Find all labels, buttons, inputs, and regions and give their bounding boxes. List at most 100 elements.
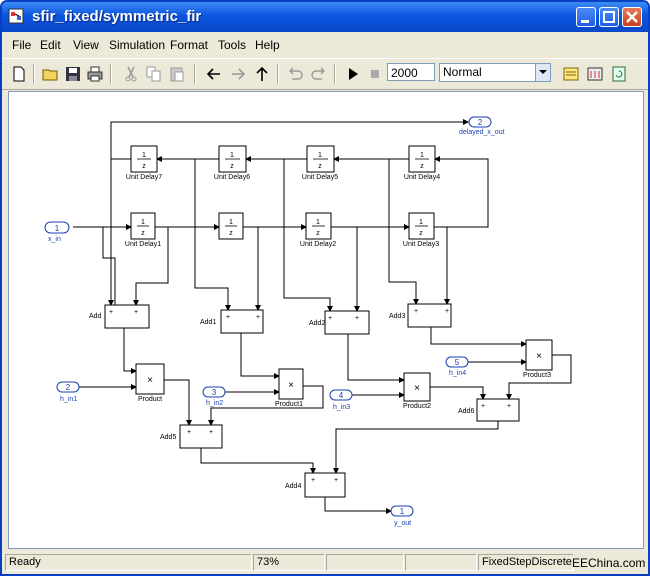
redo-icon[interactable] <box>310 65 328 83</box>
product3-block[interactable]: × Product3 <box>523 339 553 379</box>
menu-tools[interactable]: Tools <box>218 38 246 52</box>
menu-view[interactable]: View <box>73 38 99 52</box>
unit-delay7[interactable]: 1 z Unit Delay7 <box>126 145 162 181</box>
port-h_in1[interactable]: 2 h_in1 <box>56 381 80 403</box>
dropdown-arrow-button[interactable] <box>535 64 550 81</box>
plus-sign: + <box>209 429 213 436</box>
port-number: 1 <box>55 224 60 233</box>
status-zoom: 73% <box>253 554 325 571</box>
block-label: Add4 <box>285 483 301 490</box>
delay-denominator: z <box>141 230 145 237</box>
menu-help[interactable]: Help <box>255 38 280 52</box>
add6-block[interactable]: + + Add6 <box>458 398 520 422</box>
menu-edit[interactable]: Edit <box>40 38 61 52</box>
watermark: EEChina.com <box>572 556 646 570</box>
product1-block[interactable]: × Product1 <box>275 368 304 408</box>
toolbar-separator <box>194 64 196 84</box>
port-number: 3 <box>212 388 217 397</box>
stop-icon[interactable] <box>366 65 384 83</box>
port-number: 4 <box>339 391 344 400</box>
delay-denominator: z <box>419 230 423 237</box>
paste-icon[interactable] <box>168 65 186 83</box>
block-label: Product3 <box>523 372 551 379</box>
times-sign: × <box>536 351 542 362</box>
unit-delay5[interactable]: 1 z Unit Delay5 <box>302 145 338 181</box>
delay-numerator: 1 <box>420 152 424 159</box>
save-icon[interactable] <box>64 65 82 83</box>
undo-icon[interactable] <box>286 65 304 83</box>
close-icon <box>626 11 638 23</box>
add5-block[interactable]: + + Add5 <box>160 424 223 449</box>
plus-sign: + <box>134 309 138 316</box>
back-icon[interactable] <box>205 65 223 83</box>
status-empty-cell <box>326 554 404 571</box>
stop-time-field[interactable]: 2000 <box>387 63 435 81</box>
block-label: Unit Delay5 <box>302 174 338 181</box>
block-label: Add6 <box>458 408 474 415</box>
product2-block[interactable]: × Product2 <box>403 372 431 410</box>
plus-sign: + <box>311 477 315 484</box>
cut-icon[interactable] <box>122 65 140 83</box>
add1-block[interactable]: + + Add1 <box>200 309 264 334</box>
unit-delay1[interactable]: 1 z Unit Delay1 <box>125 212 161 248</box>
up-icon[interactable] <box>253 65 271 83</box>
add-block[interactable]: + + Add <box>89 304 150 329</box>
delay-numerator: 1 <box>316 219 320 226</box>
port-label: h_in3 <box>333 404 350 411</box>
library-browser-icon[interactable] <box>562 65 580 83</box>
delay-denominator: z <box>420 163 424 170</box>
forward-icon[interactable] <box>229 65 247 83</box>
add4-block[interactable]: + + Add4 <box>285 472 346 498</box>
model-explorer-icon[interactable] <box>586 65 604 83</box>
delay-denominator: z <box>142 163 146 170</box>
port-y_out[interactable]: 1 y_out <box>390 505 414 527</box>
port-h_in3[interactable]: 4 h_in3 <box>329 389 353 411</box>
port-label: h_in4 <box>449 370 466 377</box>
window-title: sfir_fixed/symmetric_fir <box>32 8 202 25</box>
open-icon[interactable] <box>42 65 60 83</box>
status-ready: Ready <box>5 554 252 571</box>
refresh-icon[interactable] <box>610 65 628 83</box>
block-label: Add3 <box>389 313 405 320</box>
model-canvas[interactable]: 1 x_in 2 h_in1 3 h_in2 4 h_in3 5 h_in4 1… <box>8 91 644 549</box>
port-label: delayed_x_out <box>459 129 505 136</box>
port-h_in2[interactable]: 3 h_in2 <box>202 386 226 407</box>
minimize-button[interactable] <box>576 7 596 27</box>
menu-simulation[interactable]: Simulation <box>109 38 165 52</box>
play-icon[interactable] <box>344 65 362 83</box>
delay-numerator: 1 <box>230 152 234 159</box>
status-empty-cell <box>405 554 477 571</box>
delay-numerator: 1 <box>229 219 233 226</box>
product-block[interactable]: × Product <box>135 363 165 403</box>
port-label: y_out <box>394 520 411 527</box>
port-x_in[interactable]: 1 x_in <box>44 221 70 243</box>
plus-sign: + <box>328 315 332 322</box>
block-label: Unit Delay1 <box>125 241 161 248</box>
toolbar <box>2 58 648 90</box>
port-number: 2 <box>66 383 71 392</box>
maximize-button[interactable] <box>599 7 619 27</box>
copy-icon[interactable] <box>145 65 163 83</box>
block-label: Product2 <box>403 403 431 410</box>
menu-format[interactable]: Format <box>170 38 208 52</box>
title-bar[interactable]: sfir_fixed/symmetric_fir <box>2 2 648 32</box>
add2-block[interactable]: + + Add2 <box>309 310 370 335</box>
new-icon[interactable] <box>10 65 28 83</box>
port-h_in4[interactable]: 5 h_in4 <box>445 356 469 377</box>
chevron-down-icon <box>539 70 547 74</box>
close-button[interactable] <box>622 7 642 27</box>
unit-delay6[interactable]: 1 z Unit Delay6 <box>214 145 250 181</box>
port-delayed_x_out[interactable]: 2 delayed_x_out <box>459 116 505 136</box>
unit-delay-mid[interactable]: 1 z <box>218 212 244 240</box>
plus-sign: + <box>256 314 260 321</box>
menu-file[interactable]: File <box>12 38 31 52</box>
unit-delay2[interactable]: 1 z Unit Delay2 <box>300 212 336 248</box>
unit-delay3[interactable]: 1 z Unit Delay3 <box>403 212 439 248</box>
block-label: Unit Delay3 <box>403 241 439 248</box>
delay-denominator: z <box>229 230 233 237</box>
simulation-mode-select[interactable]: Normal <box>439 63 551 82</box>
add3-block[interactable]: + + Add3 <box>389 303 452 328</box>
print-icon[interactable] <box>86 65 104 83</box>
unit-delay4[interactable]: 1 z Unit Delay4 <box>404 145 440 181</box>
block-label: Add1 <box>200 319 216 326</box>
